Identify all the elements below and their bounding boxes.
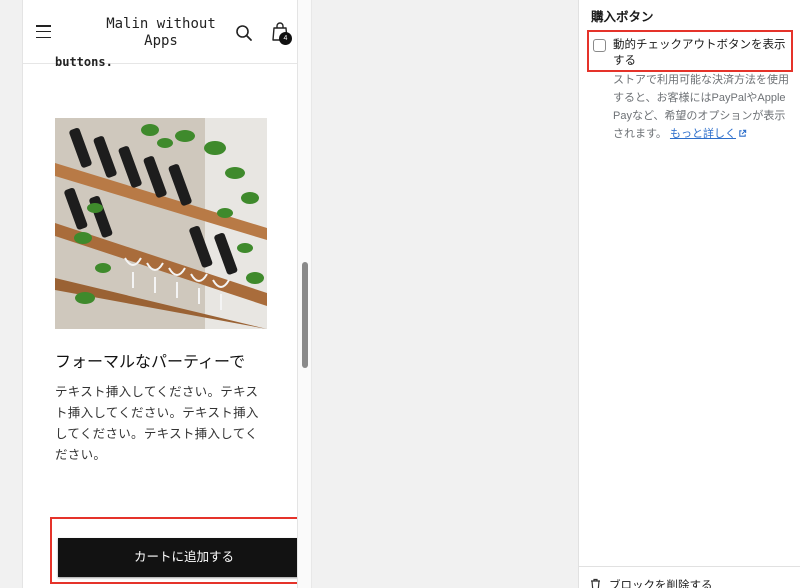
- add-to-cart-button[interactable]: カートに追加する: [58, 538, 297, 577]
- buy-buttons-section-title: 購入ボタン: [591, 10, 654, 24]
- menu-icon[interactable]: [36, 25, 51, 39]
- editor-stage: Malin without Apps 4 buttons. フォーマルなパーティ…: [0, 0, 800, 588]
- cart-count-badge: 4: [279, 32, 292, 45]
- external-link-icon: [739, 129, 747, 137]
- learn-more-link[interactable]: もっと詳しく: [670, 128, 747, 140]
- clipped-text: buttons.: [55, 55, 113, 69]
- store-title[interactable]: Malin without Apps: [103, 16, 219, 50]
- section-heading: フォーマルなパーティーで: [55, 354, 246, 371]
- trash-icon[interactable]: [590, 578, 601, 588]
- storefront-preview: Malin without Apps 4 buttons. フォーマルなパーティ…: [22, 0, 298, 588]
- section-body-text: テキスト挿入してください。テキスト挿入してください。テキスト挿入してください。テ…: [55, 385, 259, 462]
- dynamic-checkout-checkbox[interactable]: [593, 39, 606, 52]
- product-image: [55, 118, 267, 329]
- remove-block-button[interactable]: ブロックを削除する: [609, 577, 713, 588]
- dynamic-checkout-help: ストアで利用可能な決済方法を使用すると、お客様にはPayPalやApple Pa…: [613, 71, 789, 143]
- settings-panel: 購入ボタン 動的チェックアウトボタンを表示する ストアで利用可能な決済方法を使用…: [578, 0, 800, 588]
- preview-scrollbar-thumb[interactable]: [302, 262, 308, 368]
- search-icon[interactable]: [235, 24, 253, 42]
- learn-more-label[interactable]: もっと詳しく: [670, 128, 736, 140]
- dynamic-checkout-label[interactable]: 動的チェックアウトボタンを表示する: [613, 37, 789, 69]
